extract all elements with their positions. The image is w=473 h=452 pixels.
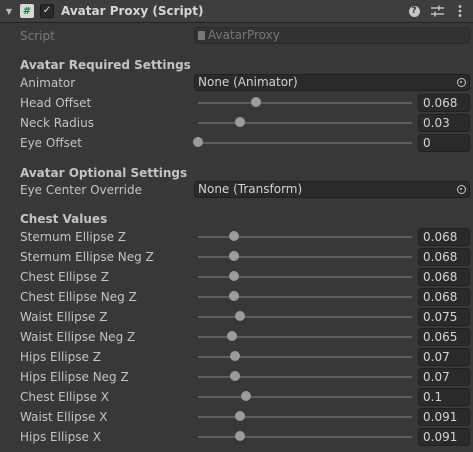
number-field[interactable]: 0.07	[418, 368, 470, 386]
slider-thumb[interactable]	[230, 371, 241, 381]
slider-label: Sternum Ellipse Z	[20, 230, 127, 244]
kebab-menu-icon[interactable]	[453, 4, 467, 18]
slider-row-chest-ellipse-x: Chest Ellipse X 0.1	[0, 387, 473, 407]
number-field[interactable]: 0.068	[418, 268, 470, 286]
animator-row: Animator None (Animator)	[0, 73, 473, 93]
slider-row-eye-offset: Eye Offset 0	[0, 133, 473, 153]
number-field[interactable]: 0.1	[418, 388, 470, 406]
enabled-checkbox[interactable]: ✓	[40, 4, 54, 18]
slider-thumb[interactable]	[234, 311, 245, 321]
number-field[interactable]: 0.065	[418, 328, 470, 346]
animator-field[interactable]: None (Animator)	[194, 74, 470, 91]
slider-thumb[interactable]	[230, 351, 241, 361]
slider-row-hips-ellipse-neg-z: Hips Ellipse Neg Z 0.07	[0, 367, 473, 387]
number-field[interactable]: 0.068	[418, 248, 470, 266]
slider-thumb[interactable]	[241, 391, 252, 401]
slider-thumb[interactable]	[229, 231, 240, 241]
slider-label: Waist Ellipse Neg Z	[20, 330, 136, 344]
slider-row-hips-ellipse-z: Hips Ellipse Z 0.07	[0, 347, 473, 367]
animator-label: Animator	[20, 76, 76, 90]
eye-center-row: Eye Center Override None (Transform)	[0, 180, 473, 200]
object-picker-icon[interactable]	[457, 185, 466, 194]
number-field[interactable]: 0.075	[418, 308, 470, 326]
slider-label: Hips Ellipse Neg Z	[20, 370, 129, 384]
slider-track[interactable]	[198, 416, 412, 418]
settings-sliders-icon[interactable]	[430, 4, 444, 18]
slider-label: Chest Ellipse Z	[20, 270, 110, 284]
slider-label: Sternum Ellipse Neg Z	[20, 250, 154, 264]
slider-label: Hips Ellipse X	[20, 430, 101, 444]
help-icon[interactable]: ?	[407, 4, 421, 18]
eye-center-label: Eye Center Override	[20, 183, 143, 197]
slider-row-chest-ellipse-z: Chest Ellipse Z 0.068	[0, 267, 473, 287]
object-picker-icon[interactable]	[457, 78, 466, 87]
number-field[interactable]: 0.068	[418, 94, 470, 112]
slider-thumb[interactable]	[193, 137, 203, 147]
component-title: Avatar Proxy (Script)	[61, 4, 204, 18]
slider-thumb[interactable]	[250, 97, 261, 107]
slider-track[interactable]	[198, 396, 412, 398]
slider-row-neck-radius: Neck Radius 0.03	[0, 113, 473, 133]
slider-track[interactable]	[198, 316, 412, 318]
slider-thumb[interactable]	[229, 271, 240, 281]
slider-label: Chest Ellipse Neg Z	[20, 290, 137, 304]
number-field[interactable]: 0	[418, 134, 470, 152]
slider-row-sternum-ellipse-neg-z: Sternum Ellipse Neg Z 0.068	[0, 247, 473, 267]
slider-thumb[interactable]	[227, 331, 238, 341]
slider-thumb[interactable]	[234, 411, 245, 421]
slider-thumb[interactable]	[234, 117, 245, 127]
slider-track[interactable]	[198, 102, 412, 104]
number-field[interactable]: 0.068	[418, 228, 470, 246]
slider-label: Neck Radius	[20, 116, 94, 130]
script-file-icon	[198, 31, 205, 40]
slider-row-sternum-ellipse-z: Sternum Ellipse Z 0.068	[0, 227, 473, 247]
section-heading-required: Avatar Required Settings	[20, 58, 191, 72]
slider-label: Chest Ellipse X	[20, 390, 110, 404]
slider-label: Hips Ellipse Z	[20, 350, 101, 364]
slider-label: Eye Offset	[20, 136, 82, 150]
slider-thumb[interactable]	[229, 291, 240, 301]
check-icon: ✓	[42, 5, 52, 16]
slider-label: Waist Ellipse Z	[20, 310, 108, 324]
eye-center-value: None (Transform)	[198, 182, 303, 196]
slider-track[interactable]	[198, 436, 412, 438]
number-field[interactable]: 0.03	[418, 114, 470, 132]
slider-row-waist-ellipse-x: Waist Ellipse X 0.091	[0, 407, 473, 427]
slider-label: Waist Ellipse X	[20, 410, 108, 424]
triangle-down-icon[interactable]: ▼	[2, 0, 16, 22]
slider-track[interactable]	[198, 142, 412, 144]
script-value: AvatarProxy	[208, 28, 280, 42]
script-field: AvatarProxy	[194, 27, 470, 44]
slider-label: Head Offset	[20, 96, 92, 110]
number-field[interactable]: 0.091	[418, 428, 470, 446]
slider-row-chest-ellipse-neg-z: Chest Ellipse Neg Z 0.068	[0, 287, 473, 307]
slider-thumb[interactable]	[234, 431, 245, 441]
slider-row-waist-ellipse-neg-z: Waist Ellipse Neg Z 0.065	[0, 327, 473, 347]
number-field[interactable]: 0.091	[418, 408, 470, 426]
slider-row-hips-ellipse-x: Hips Ellipse X 0.091	[0, 427, 473, 447]
component-header: ▼ # ✓ Avatar Proxy (Script) ?	[0, 0, 473, 23]
csharp-script-icon: #	[20, 4, 34, 18]
slider-track[interactable]	[198, 122, 412, 124]
eye-center-field[interactable]: None (Transform)	[194, 181, 470, 198]
script-row: Script AvatarProxy	[0, 26, 473, 46]
slider-thumb[interactable]	[229, 251, 240, 261]
slider-row-head-offset: Head Offset 0.068	[0, 93, 473, 113]
slider-row-waist-ellipse-z: Waist Ellipse Z 0.075	[0, 307, 473, 327]
script-label: Script	[20, 29, 55, 43]
section-heading-chest: Chest Values	[20, 212, 108, 226]
animator-value: None (Animator)	[198, 75, 298, 89]
number-field[interactable]: 0.068	[418, 288, 470, 306]
number-field[interactable]: 0.07	[418, 348, 470, 366]
